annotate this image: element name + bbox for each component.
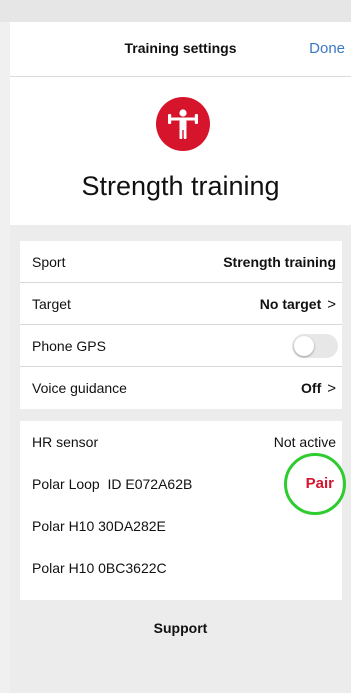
pair-highlight-circle [284, 453, 346, 515]
sport-label: Sport [32, 254, 66, 270]
target-value: No target [259, 296, 322, 312]
phone-gps-label: Phone GPS [32, 338, 106, 354]
training-settings-group: Sport Strength training Target No target… [20, 241, 342, 409]
hr-sensor-label: HR sensor [32, 434, 99, 450]
hr-sensor-group: HR sensor Not active Polar Loop ID E072A… [20, 421, 342, 600]
chevron-right-icon: > [327, 380, 336, 397]
target-row[interactable]: Target No target > [20, 283, 342, 325]
support-link[interactable]: Support [10, 620, 351, 636]
target-label: Target [32, 296, 71, 312]
device-row-polar-h10-2[interactable]: Polar H10 0BC3622C [20, 547, 342, 589]
voice-guidance-row[interactable]: Voice guidance Off > [20, 367, 342, 408]
sport-title: Strength training [81, 171, 280, 201]
done-button[interactable]: Done [309, 40, 345, 57]
voice-guidance-value-group: Off > [301, 380, 336, 397]
sport-row[interactable]: Sport Strength training [20, 241, 342, 283]
device-name: Polar H10 0BC3622C [32, 560, 167, 576]
hr-sensor-row: HR sensor Not active [20, 421, 342, 463]
toggle-knob [294, 336, 314, 356]
device-name: Polar Loop ID E072A62B [32, 476, 193, 492]
target-value-group: No target > [260, 296, 336, 313]
header-bar: Training settings Done [10, 22, 351, 77]
device-name: Polar H10 30DA282E [32, 518, 166, 534]
voice-guidance-value: Off [301, 380, 322, 396]
voice-guidance-label: Voice guidance [32, 380, 127, 396]
device-row-polar-h10-1[interactable]: Polar H10 30DA282E [20, 505, 342, 547]
phone-gps-row: Phone GPS [20, 325, 342, 367]
phone-gps-toggle[interactable] [292, 334, 338, 358]
sport-value: Strength training [223, 254, 336, 270]
weightlifter-icon [156, 97, 210, 151]
chevron-right-icon: > [327, 296, 336, 313]
hr-sensor-status: Not active [273, 434, 336, 450]
page-title: Training settings [124, 40, 237, 56]
top-strip [0, 0, 351, 22]
sport-hero: Strength training [10, 77, 351, 225]
